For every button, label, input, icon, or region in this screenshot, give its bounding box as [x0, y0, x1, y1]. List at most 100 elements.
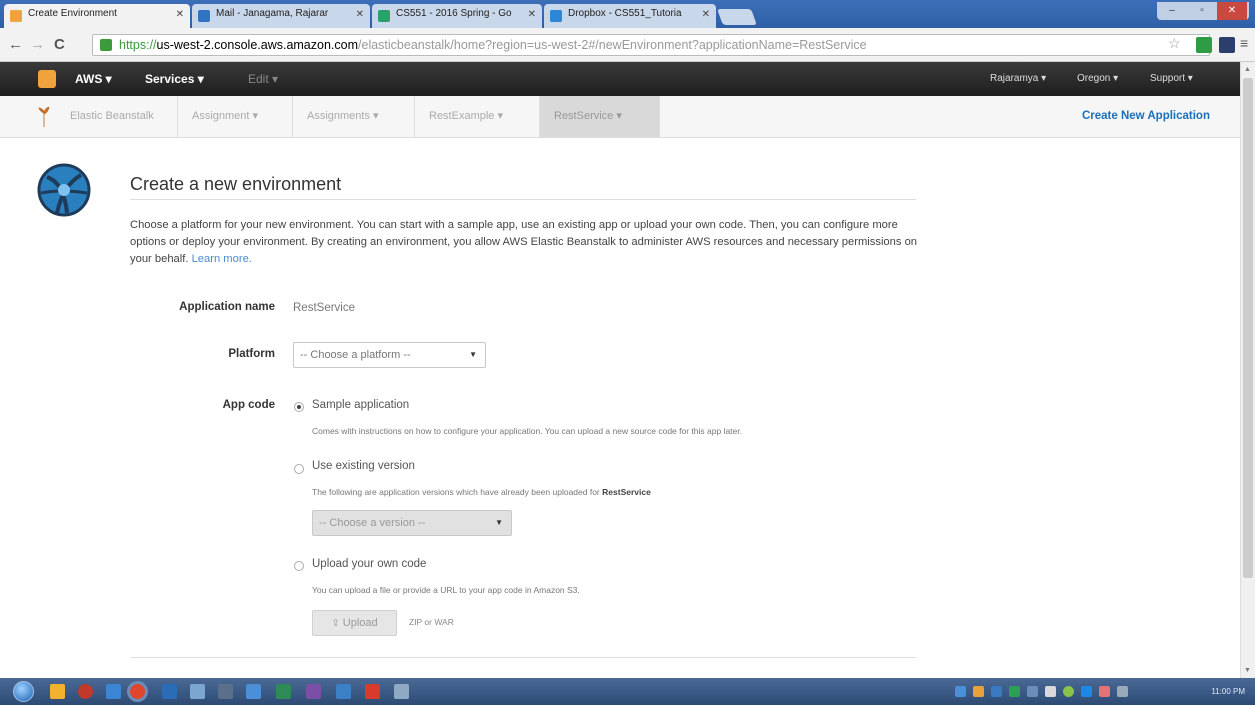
close-icon[interactable]: ✕ [176, 9, 184, 20]
reload-icon[interactable]: C [54, 36, 65, 53]
scroll-thumb[interactable] [1243, 78, 1253, 578]
network-icon[interactable] [1045, 686, 1056, 697]
browser-toolbar: ← → C https://us-west-2.console.aws.amaz… [0, 28, 1255, 62]
dropbox-favicon-icon [550, 10, 562, 22]
region-menu[interactable]: Oregon ▾ [1077, 73, 1118, 84]
upload-own-code-label[interactable]: Upload your own code [312, 558, 426, 570]
tray-icon[interactable] [973, 686, 984, 697]
sample-application-label[interactable]: Sample application [312, 399, 409, 411]
aws-brand: AWS [75, 72, 103, 86]
app-icon[interactable] [218, 684, 233, 699]
beanstalk-icon [38, 107, 50, 127]
back-arrow-icon[interactable]: ← [8, 36, 23, 53]
chrome-icon[interactable] [130, 684, 145, 699]
address-bar[interactable]: https://us-west-2.console.aws.amazon.com… [92, 34, 1210, 56]
services-menu[interactable]: Services ▾ [145, 72, 204, 86]
upload-button[interactable]: ⇪ Upload [312, 610, 397, 636]
aws-favicon-icon [10, 10, 22, 22]
radio-use-existing-version[interactable] [294, 464, 304, 474]
subnav-label: Assignments [307, 110, 370, 122]
app-icon[interactable] [336, 684, 351, 699]
outlook-icon[interactable] [162, 684, 177, 699]
acrobat-icon[interactable] [365, 684, 380, 699]
support-menu[interactable]: Support ▾ [1150, 73, 1193, 84]
extension-icon[interactable] [1219, 37, 1235, 53]
taskbar-clock[interactable]: 11:00 PM [1211, 687, 1245, 696]
explorer-icon[interactable] [50, 684, 65, 699]
upload-formats-hint: ZIP or WAR [409, 617, 454, 627]
close-icon[interactable]: ✕ [356, 9, 364, 20]
caret-down-icon: ▾ [252, 110, 259, 122]
ie-icon[interactable] [106, 684, 121, 699]
start-button[interactable] [6, 678, 40, 705]
version-select[interactable]: -- Choose a version -- ▼ [312, 510, 512, 536]
divider [130, 657, 916, 658]
aws-menu[interactable]: AWS ▾ [75, 72, 112, 86]
divider [130, 199, 916, 200]
close-icon[interactable]: ✕ [528, 9, 536, 20]
edit-menu[interactable]: Edit ▾ [248, 72, 278, 86]
caret-down-icon: ▾ [616, 110, 622, 122]
tray-icon[interactable] [1009, 686, 1020, 697]
tab-cs551[interactable]: CS551 - 2016 Spring - Go ✕ [372, 4, 542, 28]
upload-icon: ⇪ [331, 618, 340, 629]
app-icon[interactable] [190, 684, 205, 699]
intro-text: Choose a platform for your new environme… [130, 217, 920, 268]
services-label: Services [145, 72, 195, 86]
maximize-icon[interactable]: ▫ [1187, 2, 1217, 20]
subnav-assignments[interactable]: Assignments ▾ [293, 96, 415, 137]
aws-cube-icon[interactable] [38, 70, 56, 88]
existing-help-text: The following are application versions w… [312, 487, 600, 497]
use-existing-version-label[interactable]: Use existing version [312, 460, 415, 472]
scroll-down-icon[interactable]: ▼ [1244, 667, 1251, 674]
scroll-up-icon[interactable]: ▲ [1244, 66, 1251, 73]
tray-icon[interactable] [1099, 686, 1110, 697]
caret-down-icon: ▼ [495, 518, 503, 527]
window-controls: – ▫ ✕ [1157, 2, 1249, 20]
minimize-icon[interactable]: – [1157, 2, 1187, 20]
user-menu[interactable]: Rajaramya ▾ [990, 73, 1046, 84]
close-icon[interactable]: ✕ [702, 9, 710, 20]
tab-create-environment[interactable]: Create Environment ✕ [4, 4, 190, 28]
tab-mail[interactable]: Mail - Janagama, Rajarar ✕ [192, 4, 370, 28]
browser-tab-strip: Create Environment ✕ Mail - Janagama, Ra… [0, 0, 1255, 28]
forward-arrow-icon[interactable]: → [30, 36, 45, 53]
new-tab-button[interactable] [717, 9, 757, 25]
tray-icon[interactable] [1027, 686, 1038, 697]
volume-icon[interactable] [1117, 686, 1128, 697]
window-close-icon[interactable]: ✕ [1217, 2, 1247, 20]
page-scrollbar[interactable]: ▲ ▼ [1240, 62, 1255, 678]
tab-label: Create Environment [28, 8, 117, 19]
subnav-restservice[interactable]: RestService ▾ [540, 96, 660, 137]
tray-icon[interactable] [1063, 686, 1074, 697]
radio-upload-own-code[interactable] [294, 561, 304, 571]
caret-down-icon: ▾ [373, 110, 379, 122]
create-new-application-link[interactable]: Create New Application [1082, 110, 1210, 122]
excel-icon[interactable] [276, 684, 291, 699]
app-icon[interactable] [394, 684, 409, 699]
learn-more-link[interactable]: Learn more. [192, 253, 252, 265]
caret-down-icon: ▾ [497, 110, 504, 122]
tray-icon[interactable] [991, 686, 1002, 697]
onenote-icon[interactable] [306, 684, 321, 699]
system-tray: 11:00 PM [945, 678, 1255, 705]
app-icon[interactable] [78, 684, 93, 699]
elastic-beanstalk-logo-icon [37, 163, 91, 217]
caret-down-icon: ▼ [469, 350, 477, 359]
platform-select[interactable]: -- Choose a platform -- ▼ [293, 342, 486, 368]
subnav-assignment[interactable]: Assignment ▾ [178, 96, 293, 137]
tab-dropbox[interactable]: Dropbox - CS551_Tutoria ✕ [544, 4, 716, 28]
app-icon[interactable] [246, 684, 261, 699]
windows-orb-icon [13, 681, 34, 702]
menu-icon[interactable]: ≡ [1240, 35, 1248, 51]
subnav-elastic-beanstalk[interactable]: Elastic Beanstalk [56, 96, 178, 137]
bookmark-star-icon[interactable]: ☆ [1168, 35, 1184, 51]
url-path: /elasticbeanstalk/home?region=us-west-2#… [358, 38, 867, 52]
subnav-restexample[interactable]: RestExample ▾ [415, 96, 540, 137]
upload-own-code-help: You can upload a file or provide a URL t… [312, 585, 580, 595]
beanstalk-subnav: Elastic Beanstalk Assignment ▾ Assignmen… [0, 96, 1240, 138]
tray-icon[interactable] [955, 686, 966, 697]
extension-icon[interactable] [1196, 37, 1212, 53]
tray-icon[interactable] [1081, 686, 1092, 697]
radio-sample-application[interactable] [294, 402, 304, 412]
